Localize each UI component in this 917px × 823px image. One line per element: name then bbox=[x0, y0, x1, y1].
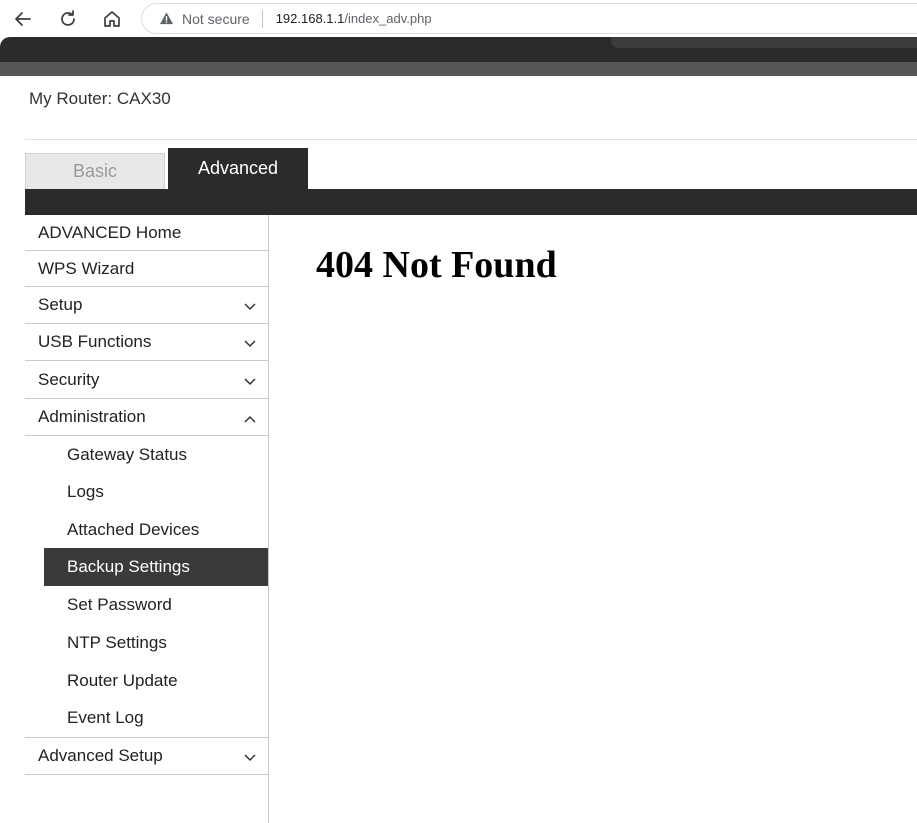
browser-toolbar: Not secure 192.168.1.1/index_adv.php bbox=[0, 0, 917, 37]
reload-button[interactable] bbox=[55, 6, 81, 32]
header-divider bbox=[25, 139, 917, 140]
header-inset-bar bbox=[611, 37, 917, 48]
sidebar-item-advanced-setup[interactable]: Advanced Setup bbox=[25, 738, 268, 775]
administration-submenu: Gateway Status Logs Attached Devices Bac… bbox=[25, 436, 268, 738]
tab-advanced[interactable]: Advanced bbox=[168, 148, 308, 189]
reload-icon bbox=[61, 10, 75, 26]
submenu-item-gateway-status[interactable]: Gateway Status bbox=[25, 436, 268, 473]
sidebar-item-label: ADVANCED Home bbox=[38, 222, 182, 242]
sidebar-item-advanced-home[interactable]: ADVANCED Home bbox=[25, 215, 268, 251]
sidebar-item-label: Administration bbox=[38, 407, 146, 426]
header-gray-bar bbox=[0, 62, 917, 76]
submenu-item-event-log[interactable]: Event Log bbox=[25, 699, 268, 737]
url-path[interactable]: /index_adv.php bbox=[344, 11, 431, 26]
chevron-up-icon bbox=[244, 415, 256, 423]
submenu-item-label: Router Update bbox=[67, 670, 178, 690]
sidebar-item-administration[interactable]: Administration bbox=[25, 399, 268, 436]
sidebar-item-label: Security bbox=[38, 369, 100, 389]
chevron-down-icon bbox=[244, 303, 256, 311]
sidebar-item-label: Setup bbox=[38, 295, 83, 314]
warning-triangle-icon[interactable] bbox=[159, 11, 174, 26]
submenu-item-label: Backup Settings bbox=[67, 557, 190, 576]
back-arrow-icon bbox=[15, 12, 31, 26]
sidebar-item-wps-wizard[interactable]: WPS Wizard bbox=[25, 251, 268, 287]
submenu-item-attached-devices[interactable]: Attached Devices bbox=[25, 511, 268, 548]
router-name: My Router: CAX30 bbox=[29, 89, 171, 109]
submenu-item-label: NTP Settings bbox=[67, 633, 167, 652]
tab-strip bbox=[25, 189, 917, 215]
submenu-item-label: Gateway Status bbox=[67, 444, 188, 464]
url-host[interactable]: 192.168.1.1 bbox=[276, 11, 345, 26]
sidebar-item-label: Advanced Setup bbox=[38, 746, 163, 765]
sidebar-menu: ADVANCED Home WPS Wizard Setup USB Funct… bbox=[25, 215, 269, 823]
sidebar-item-security[interactable]: Security bbox=[25, 361, 268, 399]
home-icon bbox=[104, 11, 120, 27]
sidebar-item-setup[interactable]: Setup bbox=[25, 287, 268, 324]
home-button[interactable] bbox=[99, 6, 125, 32]
submenu-item-router-update[interactable]: Router Update bbox=[25, 662, 268, 699]
submenu-item-ntp-settings[interactable]: NTP Settings bbox=[25, 624, 268, 662]
sidebar-item-label: WPS Wizard bbox=[38, 258, 135, 278]
chevron-down-icon bbox=[244, 340, 256, 348]
submenu-item-label: Logs bbox=[67, 482, 104, 501]
chevron-down-icon bbox=[244, 754, 256, 762]
router-label: My Router: bbox=[29, 89, 113, 108]
submenu-item-set-password[interactable]: Set Password bbox=[25, 586, 268, 624]
address-bar[interactable]: Not secure 192.168.1.1/index_adv.php bbox=[141, 3, 917, 34]
submenu-item-label: Event Log bbox=[67, 708, 144, 727]
security-status[interactable]: Not secure bbox=[182, 11, 250, 27]
back-button[interactable] bbox=[10, 6, 36, 32]
submenu-item-label: Attached Devices bbox=[67, 519, 200, 539]
submenu-item-label: Set Password bbox=[67, 595, 172, 614]
sidebar-item-usb-functions[interactable]: USB Functions bbox=[25, 324, 268, 361]
submenu-item-logs[interactable]: Logs bbox=[25, 473, 268, 511]
tab-basic[interactable]: Basic bbox=[25, 153, 165, 189]
submenu-item-backup-settings[interactable]: Backup Settings bbox=[44, 548, 268, 586]
address-divider bbox=[261, 9, 263, 28]
chevron-down-icon bbox=[244, 377, 256, 385]
router-model: CAX30 bbox=[116, 89, 171, 108]
page-title: 404 Not Found bbox=[316, 244, 557, 286]
sidebar-item-label: USB Functions bbox=[38, 332, 152, 351]
